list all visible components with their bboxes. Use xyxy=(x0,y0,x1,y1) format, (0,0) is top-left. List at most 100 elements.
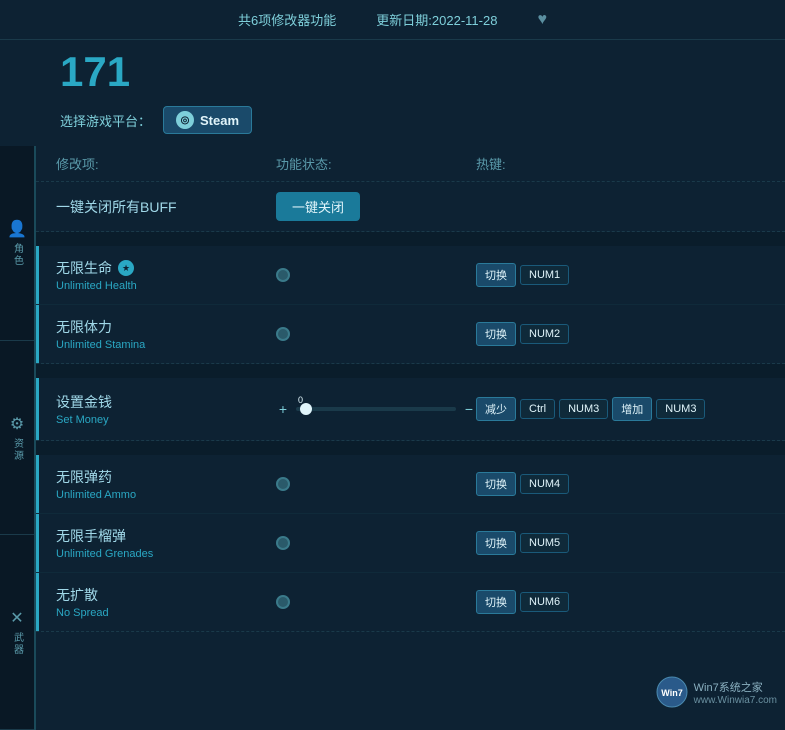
sidebar-label-weapon: 武器 xyxy=(10,632,25,656)
mod-info-grenades: 无限手榴弹 Unlimited Grenades xyxy=(56,526,276,560)
mod-name-cn-grenades: 无限手榴弹 xyxy=(56,526,276,546)
slider-minus-money[interactable]: − xyxy=(462,401,476,417)
watermark-site: Win7系统之家 xyxy=(694,679,777,695)
toggle-health[interactable] xyxy=(276,268,476,282)
hotkey-key-spread: NUM6 xyxy=(520,592,569,612)
svg-text:Win7: Win7 xyxy=(661,688,682,698)
hotkey-key-grenades: NUM5 xyxy=(520,533,569,553)
watermark: Win7 Win7系统之家 www.Winwia7.com xyxy=(656,676,777,708)
resource-icon: ⚙ xyxy=(10,414,24,434)
hotkey-key-ammo: NUM4 xyxy=(520,474,569,494)
mod-name-en-grenades: Unlimited Grenades xyxy=(56,548,276,560)
mod-name-en-spread: No Spread xyxy=(56,607,276,619)
column-headers: 修改项: 功能状态: 热键: xyxy=(36,146,785,182)
row-unlimited-stamina: 无限体力 Unlimited Stamina 切换 NUM2 xyxy=(36,305,785,363)
section-divider-2 xyxy=(36,364,785,378)
hotkey-stamina: 切换 NUM2 xyxy=(476,322,765,346)
mod-info-money: 设置金钱 Set Money xyxy=(56,392,276,426)
header-mod: 修改项: xyxy=(56,154,276,173)
steam-label: Steam xyxy=(200,113,239,128)
header-status: 功能状态: xyxy=(276,154,476,173)
hotkey-grenades: 切换 NUM5 xyxy=(476,531,765,555)
row-set-money: 设置金钱 Set Money + 0 − 减少 Ctrl xyxy=(36,378,785,440)
mod-name-en-money: Set Money xyxy=(56,414,276,426)
update-date: 更新日期:2022-11-28 xyxy=(376,10,497,29)
onekey-close-button[interactable]: 一键关闭 xyxy=(276,192,360,221)
sidebar-label-character: 角色 xyxy=(10,243,25,267)
toggle-grenades[interactable] xyxy=(276,536,476,550)
platform-steam-button[interactable]: ◎ Steam xyxy=(163,106,252,134)
toggle-circle-stamina[interactable] xyxy=(276,327,290,341)
section-divider-1 xyxy=(36,232,785,246)
hotkey-toggle-health[interactable]: 切换 xyxy=(476,263,516,287)
toggle-circle-health[interactable] xyxy=(276,268,290,282)
section-weapon: 无限弹药 Unlimited Ammo 切换 NUM4 无限手榴弹 Unlimi… xyxy=(36,455,785,632)
hotkey-spread: 切换 NUM6 xyxy=(476,590,765,614)
hotkey-key1-money: NUM3 xyxy=(559,399,608,419)
toggle-spread[interactable] xyxy=(276,595,476,609)
mod-name-en-health: Unlimited Health xyxy=(56,280,276,292)
toggle-circle-grenades[interactable] xyxy=(276,536,290,550)
mod-name-en-ammo: Unlimited Ammo xyxy=(56,489,276,501)
onekey-label: 一键关闭所有BUFF xyxy=(56,197,276,217)
mod-info-ammo: 无限弹药 Unlimited Ammo xyxy=(56,467,276,501)
character-icon: 👤 xyxy=(7,219,27,239)
toggle-ammo[interactable] xyxy=(276,477,476,491)
watermark-url: www.Winwia7.com xyxy=(694,695,777,706)
platform-row: 选择游戏平台： ◎ Steam xyxy=(0,100,785,146)
sidebar-section-character: 👤 角色 xyxy=(0,146,34,341)
main-table: 修改项: 功能状态: 热键: 一键关闭所有BUFF 一键关闭 无限生命 ★ xyxy=(36,146,785,730)
star-badge-health: ★ xyxy=(118,260,134,276)
hotkey-key2-money: NUM3 xyxy=(656,399,705,419)
steam-icon: ◎ xyxy=(176,111,194,129)
watermark-logo-icon: Win7 xyxy=(656,676,688,708)
hotkey-toggle-ammo[interactable]: 切换 xyxy=(476,472,516,496)
row-no-spread: 无扩散 No Spread 切换 NUM6 xyxy=(36,573,785,631)
row-unlimited-grenades: 无限手榴弹 Unlimited Grenades 切换 NUM5 xyxy=(36,514,785,573)
section-divider-3 xyxy=(36,441,785,455)
hotkey-decrease-money[interactable]: 减少 xyxy=(476,397,516,421)
slider-controls-money: + 0 − xyxy=(276,401,476,417)
hotkey-money: 减少 Ctrl NUM3 增加 NUM3 xyxy=(476,397,765,421)
feature-count: 共6项修改器功能 xyxy=(238,10,336,29)
sidebar-section-resource: ⚙ 资源 xyxy=(0,341,34,536)
favorite-icon[interactable]: ♥ xyxy=(537,11,547,29)
mod-info-spread: 无扩散 No Spread xyxy=(56,585,276,619)
mod-name-cn-money: 设置金钱 xyxy=(56,392,276,412)
weapon-icon: ✕ xyxy=(10,608,23,628)
section-resource: 设置金钱 Set Money + 0 − 减少 Ctrl xyxy=(36,378,785,441)
toggle-circle-spread[interactable] xyxy=(276,595,290,609)
slider-plus-money[interactable]: + xyxy=(276,401,290,417)
section-character: 无限生命 ★ Unlimited Health 切换 NUM1 无限体力 Unl xyxy=(36,246,785,364)
onekey-row: 一键关闭所有BUFF 一键关闭 xyxy=(36,182,785,232)
hotkey-key-health: NUM1 xyxy=(520,265,569,285)
platform-label: 选择游戏平台： xyxy=(60,111,151,130)
toggle-circle-ammo[interactable] xyxy=(276,477,290,491)
sidebar-label-resource: 资源 xyxy=(10,438,25,462)
watermark-text: Win7系统之家 www.Winwia7.com xyxy=(694,679,777,706)
hotkey-toggle-stamina[interactable]: 切换 xyxy=(476,322,516,346)
toggle-stamina[interactable] xyxy=(276,327,476,341)
slider-track-money[interactable]: 0 xyxy=(296,407,456,411)
hotkey-key-stamina: NUM2 xyxy=(520,324,569,344)
header-hotkey: 热键: xyxy=(476,154,765,173)
row-unlimited-ammo: 无限弹药 Unlimited Ammo 切换 NUM4 xyxy=(36,455,785,514)
mod-name-en-stamina: Unlimited Stamina xyxy=(56,339,276,351)
mod-name-cn-spread: 无扩散 xyxy=(56,585,276,605)
sidebar-section-weapon: ✕ 武器 xyxy=(0,535,34,730)
section-res-bar xyxy=(36,378,39,440)
row-unlimited-health: 无限生命 ★ Unlimited Health 切换 NUM1 xyxy=(36,246,785,305)
left-sidebar: 👤 角色 ⚙ 资源 ✕ 武器 xyxy=(0,146,36,730)
mod-info-stamina: 无限体力 Unlimited Stamina xyxy=(56,317,276,351)
hotkey-toggle-spread[interactable]: 切换 xyxy=(476,590,516,614)
hotkey-ammo: 切换 NUM4 xyxy=(476,472,765,496)
mod-name-cn-ammo: 无限弹药 xyxy=(56,467,276,487)
slider-thumb-money[interactable] xyxy=(300,403,312,415)
onekey-button-container: 一键关闭 xyxy=(276,192,476,221)
mod-name-cn-health: 无限生命 ★ xyxy=(56,258,276,278)
top-bar: 共6项修改器功能 更新日期:2022-11-28 ♥ xyxy=(0,0,785,40)
hotkey-increase-money[interactable]: 增加 xyxy=(612,397,652,421)
main-number: 171 xyxy=(0,40,785,100)
mod-name-cn-stamina: 无限体力 xyxy=(56,317,276,337)
hotkey-toggle-grenades[interactable]: 切换 xyxy=(476,531,516,555)
